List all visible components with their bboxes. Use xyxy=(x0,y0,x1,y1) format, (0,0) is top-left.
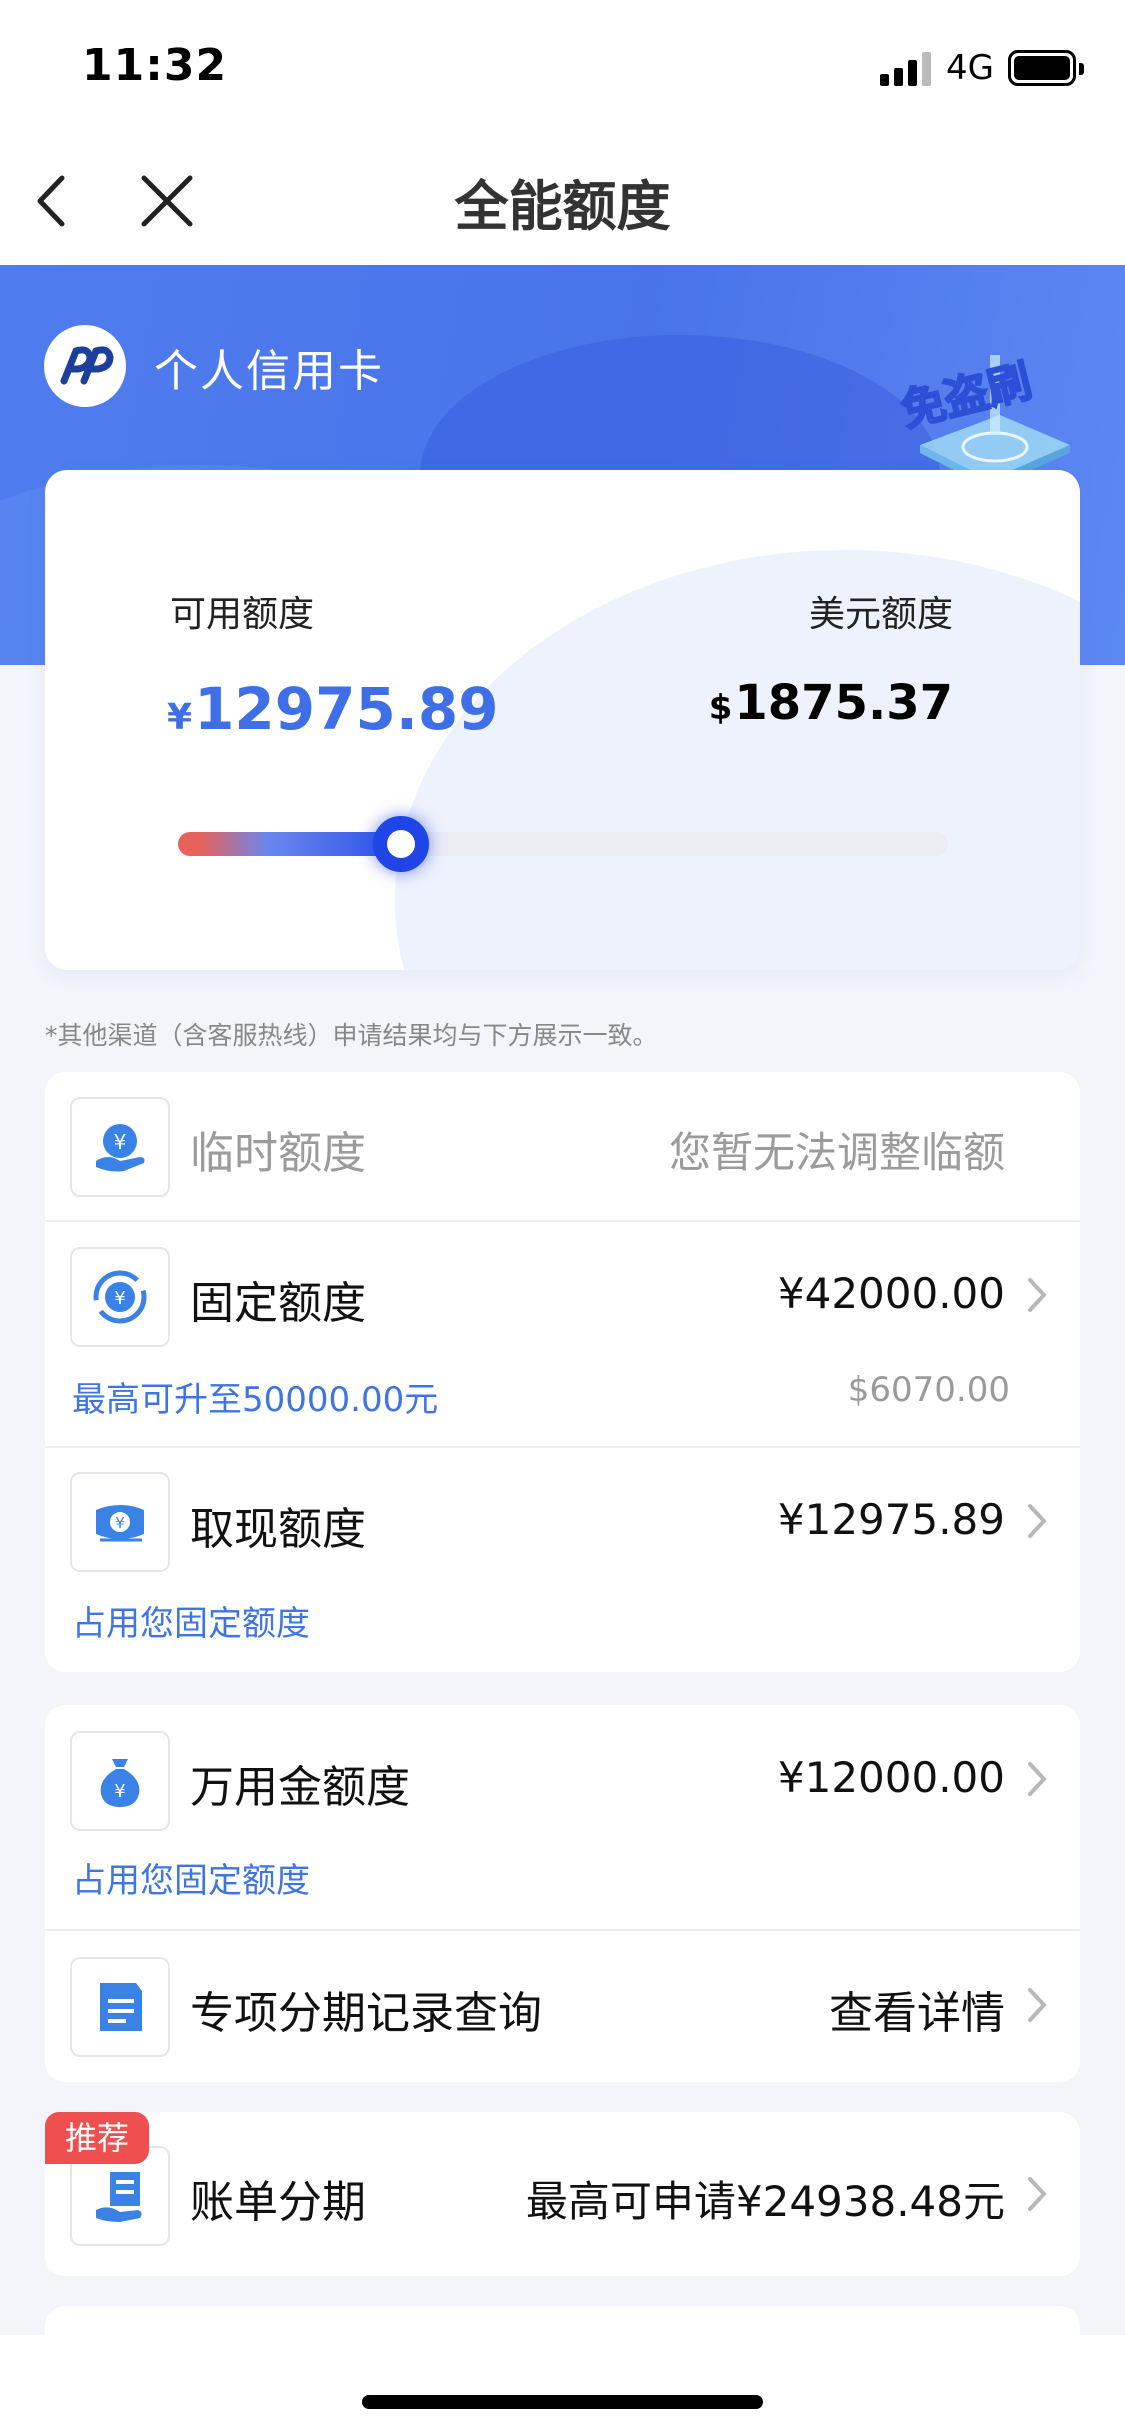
cash-limit-icon: ¥ xyxy=(70,1472,170,1572)
special-installment-row[interactable]: 专项分期记录查询 查看详情 xyxy=(45,1931,1080,2082)
svg-text:¥: ¥ xyxy=(114,1130,127,1154)
cash-limit-title: 取现额度 xyxy=(190,1504,366,1555)
chevron-right-icon xyxy=(1028,1988,1047,2022)
wanyong-limit-title: 万用金额度 xyxy=(190,1762,410,1813)
signal-icon xyxy=(880,52,932,86)
wanyong-limit-note: 占用您固定额度 xyxy=(72,1861,310,1901)
available-limit-label: 可用额度 xyxy=(170,594,315,635)
temp-limit-value: 您暂无法调整临额 xyxy=(668,1128,1005,1177)
status-time: 11:32 xyxy=(82,40,228,91)
network-type: 4G xyxy=(946,48,994,88)
card-type-label: 个人信用卡 xyxy=(154,346,384,397)
fixed-limit-value: ¥42000.00 xyxy=(777,1269,1005,1318)
document-icon xyxy=(70,1957,170,2057)
bill-installment-value: 最高可申请¥24938.48元 xyxy=(525,2177,1005,2226)
fixed-limit-title: 固定额度 xyxy=(190,1278,366,1329)
usage-slider-fill xyxy=(178,832,402,856)
bill-installment-row[interactable]: 账单分期 最高可申请¥24938.48元 xyxy=(45,2112,1080,2276)
temp-limit-row: ¥ 临时额度 您暂无法调整临额 xyxy=(45,1072,1080,1222)
fixed-limit-icon: ¥ xyxy=(70,1247,170,1347)
home-indicator[interactable] xyxy=(362,2395,763,2409)
bank-logo-icon xyxy=(44,325,126,407)
wanyong-limit-row[interactable]: ¥ 万用金额度 ¥12000.00 占用您固定额度 xyxy=(45,1705,1080,1931)
bill-installment-title: 账单分期 xyxy=(190,2177,366,2228)
fixed-limit-row[interactable]: ¥ 固定额度 ¥42000.00 最高可升至50000.00元 $6070.00 xyxy=(45,1222,1080,1448)
svg-text:¥: ¥ xyxy=(115,1514,125,1532)
nav-bar: 全能额度 xyxy=(0,140,1125,265)
credit-limit-card: 可用额度 美元额度 ¥12975.89 $1875.37 xyxy=(45,470,1080,970)
view-details-link[interactable]: 查看详情 xyxy=(829,1977,1005,2041)
chevron-right-icon xyxy=(1028,1504,1047,1538)
chevron-right-icon xyxy=(1028,1762,1047,1796)
usage-slider xyxy=(178,816,948,872)
page-title: 全能额度 xyxy=(454,175,671,238)
cash-limit-note: 占用您固定额度 xyxy=(72,1604,310,1644)
screen: 11:32 4G 全能额度 个人信用卡 免盗刷 可用额度 美元额度 ¥12975… xyxy=(0,0,1125,2436)
fixed-limit-upgrade-hint[interactable]: 最高可升至50000.00元 xyxy=(72,1372,438,1421)
special-installment-title: 专项分期记录查询 xyxy=(190,1988,542,2039)
chevron-right-icon xyxy=(1028,1278,1047,1312)
svg-text:¥: ¥ xyxy=(114,1288,125,1309)
bill-installment-card: 账单分期 最高可申请¥24938.48元 xyxy=(45,2112,1080,2276)
installment-list-card: ¥ 万用金额度 ¥12000.00 占用您固定额度 专项分期记录查询 查看详情 xyxy=(45,1705,1080,2082)
status-bar: 11:32 4G xyxy=(0,0,1125,140)
svg-text:¥: ¥ xyxy=(114,1781,125,1802)
limit-list-card: ¥ 临时额度 您暂无法调整临额 ¥ 固定额度 ¥42000.00 最高可升至50… xyxy=(45,1072,1080,1672)
usd-limit-amount: $1875.37 xyxy=(708,675,953,731)
battery-icon xyxy=(1008,50,1084,86)
usage-slider-knob xyxy=(373,816,430,872)
channel-note: *其他渠道（含客服热线）申请结果均与下方展示一致。 xyxy=(45,1021,658,1050)
usd-limit-label: 美元额度 xyxy=(808,594,953,635)
temp-limit-icon: ¥ xyxy=(70,1097,170,1197)
chevron-right-icon xyxy=(1028,2177,1047,2211)
available-limit-amount: ¥12975.89 xyxy=(167,675,499,743)
cash-limit-row[interactable]: ¥ 取现额度 ¥12975.89 占用您固定额度 xyxy=(45,1448,1080,1672)
fixed-limit-usd: $6070.00 xyxy=(847,1370,1010,1410)
recommend-badge: 推荐 xyxy=(45,2112,149,2164)
bottom-safe-area xyxy=(0,2335,1125,2436)
money-bag-icon: ¥ xyxy=(70,1731,170,1831)
wanyong-limit-value: ¥12000.00 xyxy=(777,1753,1005,1802)
cash-limit-value: ¥12975.89 xyxy=(777,1495,1005,1544)
temp-limit-title: 临时额度 xyxy=(190,1128,366,1179)
